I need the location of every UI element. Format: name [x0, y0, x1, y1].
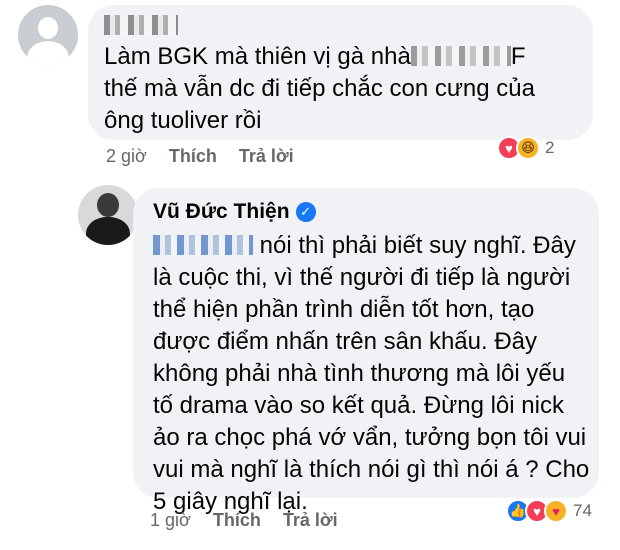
- reply-timestamp[interactable]: 1 giờ: [150, 510, 191, 531]
- reply-actions: 1 giờ Thích Trả lời: [150, 510, 360, 531]
- redacted-name-blur: [104, 15, 178, 36]
- avatar-body-shape: [27, 41, 69, 65]
- avatar-head-shape: [97, 193, 119, 217]
- reply-button[interactable]: Trả lời: [283, 510, 338, 531]
- avatar-anonymous[interactable]: [18, 5, 78, 65]
- haha-reaction-icon: 😆: [516, 136, 540, 160]
- verified-badge-icon: ✓: [295, 202, 316, 222]
- redacted-mention-blur: [153, 235, 253, 255]
- reply-button[interactable]: Trả lời: [239, 146, 294, 167]
- reaction-count: 2: [545, 138, 555, 157]
- avatar-vu-duc-thien[interactable]: [78, 185, 138, 245]
- comment-text-rest: thế mà vẫn dc đi tiếp chắc con cưng của …: [104, 75, 535, 134]
- avatar-head-shape: [38, 17, 58, 39]
- comment-timestamp[interactable]: 2 giờ: [106, 146, 147, 167]
- reaction-summary[interactable]: ♥ 😆 2: [497, 136, 554, 160]
- care-reaction-icon: ♥: [544, 499, 568, 523]
- reply-text-lead: nói thì phải biết suy nghĩ. Đây: [253, 232, 576, 259]
- reaction-count: 74: [573, 501, 592, 520]
- reply-text-rest: là cuộc thi, vì thế người đi tiếp là ngư…: [153, 264, 590, 515]
- redacted-text-blur: [410, 46, 511, 66]
- avatar-body-shape: [86, 217, 130, 245]
- reply-author-name: Vũ Đức Thiện: [153, 200, 290, 223]
- reply-author[interactable]: Vũ Đức Thiện ✓: [153, 200, 316, 224]
- reply-text: nói thì phải biết suy nghĩ. Đây là cuộc …: [153, 230, 593, 518]
- comment-bubble: Làm BGK mà thiên vị gà nhà F thế mà vẫn d…: [88, 5, 593, 140]
- comment-text-line-1: Làm BGK mà thiên vị gà nhà: [104, 43, 411, 70]
- comment-actions: 2 giờ Thích Trả lời: [106, 146, 316, 167]
- reaction-summary[interactable]: 👍 ♥ ♥ 74: [506, 499, 592, 523]
- comment-author-redacted[interactable]: [104, 13, 178, 37]
- comment-text-line-1-tail: F: [510, 43, 526, 70]
- reply-bubble: Vũ Đức Thiện ✓ nói thì phải biết suy ngh…: [133, 188, 599, 515]
- comment-text: Làm BGK mà thiên vị gà nhà F thế mà vẫn d…: [104, 41, 584, 137]
- like-button[interactable]: Thích: [213, 510, 261, 531]
- like-button[interactable]: Thích: [169, 146, 217, 167]
